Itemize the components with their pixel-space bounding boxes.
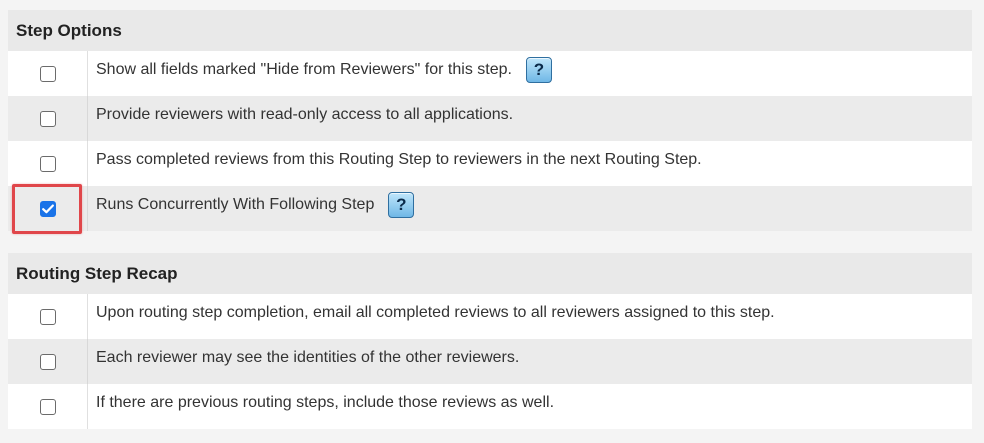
checkbox-cell [8,141,88,186]
option-text-cell: Upon routing step completion, email all … [88,294,972,339]
option-label: Show all fields marked "Hide from Review… [96,60,512,78]
pass-completed-reviews-checkbox[interactable] [39,155,56,172]
help-button-runs-concurrently[interactable]: ? [388,191,415,218]
option-text-cell: Provide reviewers with read-only access … [88,96,972,141]
checkbox-cell [8,96,88,141]
option-text-cell: Each reviewer may see the identities of … [88,339,972,384]
option-label: Each reviewer may see the identities of … [96,348,520,366]
question-mark-icon: ? [396,194,407,214]
help-button-show-hidden-fields[interactable]: ? [525,56,552,83]
section-header-step-options: Step Options [8,10,972,51]
checkbox-cell [8,51,88,96]
section-header-routing-step-recap: Routing Step Recap [8,253,972,294]
option-text-cell: Pass completed reviews from this Routing… [88,141,972,186]
option-text-cell: If there are previous routing steps, inc… [88,384,972,429]
option-label: Runs Concurrently With Following Step [96,195,375,213]
checkbox-cell [8,384,88,429]
option-row-email-completed-reviews: Upon routing step completion, email all … [8,294,972,339]
section-title: Step Options [16,20,122,40]
option-row-see-reviewer-identities: Each reviewer may see the identities of … [8,339,972,384]
checkbox-cell [8,184,88,234]
show-hidden-fields-checkbox[interactable] [39,65,56,82]
option-label: If there are previous routing steps, inc… [96,393,555,411]
checkbox-cell [8,294,88,339]
option-row-show-hidden-fields: Show all fields marked "Hide from Review… [8,51,972,96]
runs-concurrently-checkbox[interactable] [39,200,56,217]
email-completed-reviews-checkbox[interactable] [39,308,56,325]
option-text-cell: Show all fields marked "Hide from Review… [88,51,972,96]
question-mark-icon: ? [533,59,545,79]
option-row-pass-completed-reviews: Pass completed reviews from this Routing… [8,141,972,186]
read-only-access-checkbox[interactable] [39,110,56,127]
option-row-read-only-access: Provide reviewers with read-only access … [8,96,972,141]
option-label: Upon routing step completion, email all … [96,303,775,321]
option-text-cell: Runs Concurrently With Following Step ? [88,186,972,231]
check-icon [41,204,54,213]
checkbox-cell [8,339,88,384]
options-panel: Step Options Show all fields marked "Hid… [8,10,972,429]
option-label: Provide reviewers with read-only access … [96,105,514,123]
see-reviewer-identities-checkbox[interactable] [39,353,56,370]
include-previous-reviews-checkbox[interactable] [39,398,56,415]
option-row-runs-concurrently: Runs Concurrently With Following Step ? [8,184,972,234]
option-row-include-previous-reviews: If there are previous routing steps, inc… [8,384,972,429]
option-label: Pass completed reviews from this Routing… [96,150,702,168]
section-title: Routing Step Recap [16,263,178,283]
